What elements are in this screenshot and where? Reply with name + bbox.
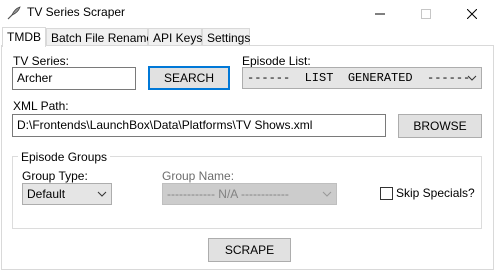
xml-path-input[interactable]: D:\Frontends\LaunchBox\Data\Platforms\TV… [12, 114, 386, 137]
close-icon [467, 8, 477, 19]
tab-api-keys[interactable]: API Keys [148, 28, 202, 46]
episode-list-value: ------ LIST GENERATED ------ [247, 71, 471, 85]
tab-batch-file-rename[interactable]: Batch File Rename [46, 28, 153, 46]
group-name-dropdown: ------------ N/A ------------ [162, 183, 337, 205]
tv-series-label: TV Series: [13, 54, 70, 68]
minimize-icon [375, 13, 385, 14]
minimize-button[interactable] [357, 0, 403, 27]
maximize-icon [421, 8, 431, 19]
chevron-down-icon [467, 75, 477, 81]
chevron-down-icon [322, 191, 332, 197]
group-type-label: Group Type: [22, 169, 88, 183]
scrape-button[interactable]: SCRAPE [208, 238, 291, 262]
group-name-label: Group Name: [162, 169, 235, 183]
xml-path-label: XML Path: [13, 99, 69, 113]
browse-button[interactable]: BROWSE [398, 114, 482, 138]
episode-groups-title: Episode Groups [18, 150, 111, 164]
chevron-down-icon [97, 191, 107, 197]
maximize-button [403, 0, 449, 27]
search-button[interactable]: SEARCH [148, 66, 230, 90]
group-name-value: ------------ N/A ------------ [167, 187, 289, 201]
episode-list-dropdown[interactable]: ------ LIST GENERATED ------ [242, 67, 482, 89]
tab-tmdb[interactable]: TMDB [2, 27, 46, 47]
tab-strip: TMDB Batch File Rename API Keys Settings [0, 27, 495, 47]
group-type-value: Default [27, 187, 66, 201]
title-bar: TV Series Scraper [0, 0, 495, 27]
group-type-dropdown[interactable]: Default [22, 183, 112, 205]
tv-series-input[interactable]: Archer [12, 67, 136, 90]
skip-specials-checkbox[interactable] [380, 187, 393, 200]
episode-list-label: Episode List: [242, 54, 311, 68]
skip-specials-label[interactable]: Skip Specials? [396, 186, 475, 200]
tab-settings[interactable]: Settings [202, 28, 250, 46]
close-button[interactable] [449, 0, 495, 27]
window-title: TV Series Scraper [27, 5, 126, 19]
feather-pen-icon [7, 6, 21, 20]
